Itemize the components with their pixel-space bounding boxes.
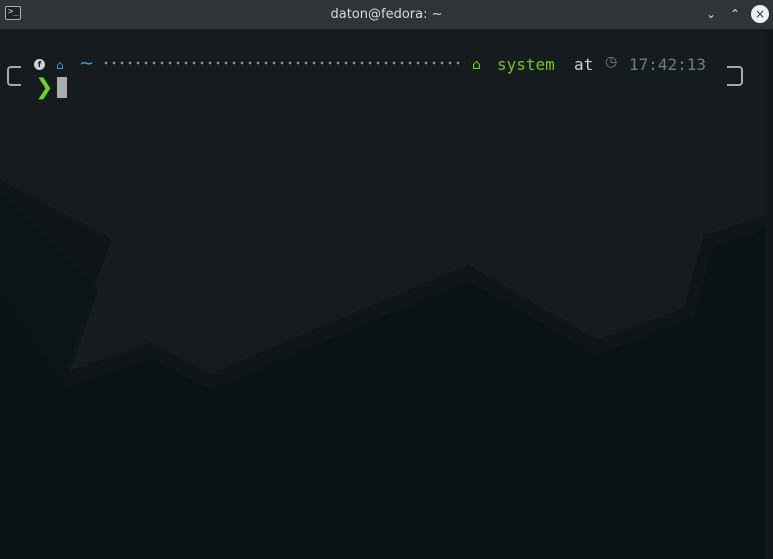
system-icon: ⌂ [472, 57, 481, 73]
text-cursor[interactable] [57, 77, 67, 98]
close-button[interactable]: × [751, 5, 769, 23]
fedora-icon: f [34, 59, 45, 70]
prompt-arrow: ❯ [35, 75, 54, 100]
current-directory: ~ [79, 53, 95, 74]
window-titlebar[interactable]: >_ daton@fedora: ~ ⌄ ⌃ × [0, 0, 773, 30]
minimize-button[interactable]: ⌄ [703, 6, 719, 22]
home-icon: ⌂ [56, 58, 64, 72]
left-prompt-bracket [7, 66, 21, 86]
clock-icon: ◷ [605, 54, 618, 70]
window-title: daton@fedora: ~ [330, 7, 443, 22]
prompt-time: 17:42:13 [629, 55, 707, 74]
terminal-window: >_ daton@fedora: ~ ⌄ ⌃ × f ⌂ ~ ⌂ system … [0, 0, 773, 559]
maximize-button[interactable]: ⌃ [727, 6, 743, 22]
background-wallpaper [0, 30, 765, 559]
terminal-area[interactable]: f ⌂ ~ ⌂ system at ◷ 17:42:13 ❯ [0, 30, 765, 559]
scrollbar[interactable] [765, 30, 773, 559]
prompt-separator-dots [102, 61, 465, 65]
